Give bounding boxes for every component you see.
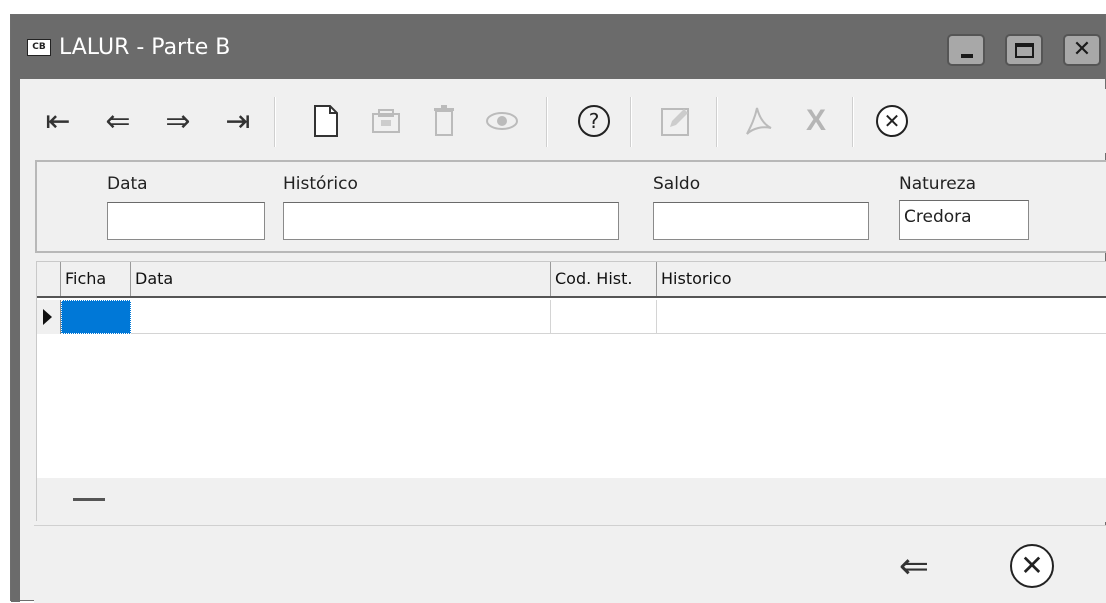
toolbar-separator <box>630 97 632 147</box>
natureza-label: Natureza <box>899 174 976 194</box>
maximize-button[interactable] <box>1005 34 1043 66</box>
help-button[interactable]: ? <box>574 101 614 141</box>
close-window-button[interactable]: ✕ <box>1063 34 1101 66</box>
save-button[interactable] <box>366 101 406 141</box>
app-icon[interactable]: CB <box>27 39 51 56</box>
filter-panel: Data Histórico Saldo Natureza Credora <box>35 160 1106 253</box>
view-button[interactable] <box>482 101 522 141</box>
toolbar: ⇤ ⇐ ⇒ ⇥ ? X ✕ <box>34 89 1106 153</box>
delete-button[interactable] <box>424 101 464 141</box>
toolbar-separator <box>852 97 854 147</box>
title-bar[interactable]: CB LALUR - Parte B ✕ <box>11 15 1105 79</box>
minimize-icon <box>961 54 973 58</box>
window-title: LALUR - Parte B <box>59 35 231 60</box>
data-grid[interactable]: Ficha Data Cod. Hist. Historico <box>36 261 1106 522</box>
next-record-button[interactable]: ⇒ <box>158 101 198 141</box>
edit-button[interactable] <box>656 101 696 141</box>
first-record-icon: ⇤ <box>45 103 71 139</box>
excel-button[interactable]: X <box>796 101 836 141</box>
grid-scroll-area <box>37 478 1106 522</box>
cell-cod-hist[interactable] <box>551 300 657 334</box>
close-circle-icon: ✕ <box>876 105 908 137</box>
column-header-cod-hist[interactable]: Cod. Hist. <box>551 262 657 296</box>
data-label: Data <box>107 174 148 194</box>
pdf-icon <box>746 107 772 135</box>
horizontal-scrollbar[interactable] <box>73 498 105 501</box>
cell-historico[interactable] <box>657 300 1106 334</box>
natureza-input[interactable]: Credora <box>899 200 1029 240</box>
column-header-ficha[interactable]: Ficha <box>61 262 131 296</box>
column-header-historico[interactable]: Historico <box>657 262 1106 296</box>
new-document-icon <box>314 105 338 137</box>
table-row[interactable] <box>37 300 1106 334</box>
maximize-icon <box>1015 43 1034 58</box>
cell-data[interactable] <box>131 300 551 334</box>
cell-ficha[interactable] <box>61 300 131 334</box>
historico-input[interactable] <box>283 202 619 240</box>
edit-icon <box>661 108 689 136</box>
pdf-button[interactable] <box>738 101 778 141</box>
close-form-button[interactable]: ✕ <box>872 101 912 141</box>
previous-record-icon: ⇐ <box>105 103 131 139</box>
minimize-button[interactable] <box>947 34 985 66</box>
eye-icon <box>486 112 518 130</box>
current-row-arrow-icon <box>43 309 52 325</box>
grid-header: Ficha Data Cod. Hist. Historico <box>37 262 1106 298</box>
back-button[interactable]: ⇐ <box>886 538 942 594</box>
toolbar-separator <box>274 97 276 147</box>
close-circle-icon: ✕ <box>1010 544 1054 588</box>
toolbar-separator <box>546 97 548 147</box>
saldo-input[interactable] <box>653 202 869 240</box>
close-icon: ✕ <box>1072 37 1092 62</box>
back-arrow-icon: ⇐ <box>898 545 930 587</box>
toolbar-separator <box>716 97 718 147</box>
main-window: CB LALUR - Parte B ✕ ⇤ ⇐ ⇒ ⇥ ? X ✕ Data … <box>10 14 1106 603</box>
last-record-icon: ⇥ <box>225 103 251 139</box>
trash-icon <box>434 105 454 136</box>
last-record-button[interactable]: ⇥ <box>218 101 258 141</box>
historico-label: Histórico <box>283 174 358 194</box>
window-left-border <box>11 79 20 602</box>
saldo-label: Saldo <box>653 174 701 194</box>
footer-bar: ⇐ ✕ <box>34 525 1106 603</box>
previous-record-button[interactable]: ⇐ <box>98 101 138 141</box>
next-record-icon: ⇒ <box>165 103 191 139</box>
excel-icon: X <box>805 104 826 137</box>
new-button[interactable] <box>306 101 346 141</box>
footer-close-button[interactable]: ✕ <box>1004 538 1060 594</box>
save-icon <box>372 109 400 133</box>
first-record-button[interactable]: ⇤ <box>38 101 78 141</box>
row-indicator <box>37 300 61 334</box>
help-icon: ? <box>578 105 610 137</box>
column-header-data[interactable]: Data <box>131 262 551 296</box>
data-input[interactable] <box>107 202 265 240</box>
header-indicator-cell <box>37 262 61 296</box>
